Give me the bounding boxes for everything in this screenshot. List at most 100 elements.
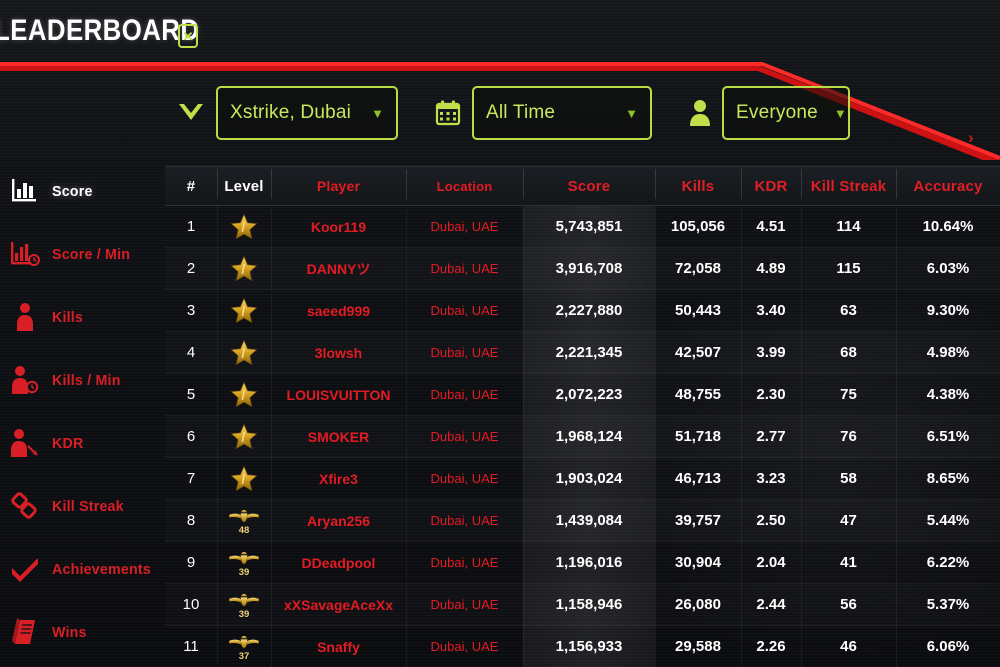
- sidebar-item-score[interactable]: Score: [8, 170, 160, 212]
- column-header-rank[interactable]: #: [165, 178, 217, 195]
- cell-player[interactable]: DDeadpool: [271, 544, 406, 587]
- cell-level: 48: [217, 495, 271, 538]
- cell-level: 39: [217, 537, 271, 580]
- cell-rank: 8: [186, 512, 196, 529]
- cell-kdr: 4.89: [741, 250, 801, 292]
- cell-level: [217, 370, 271, 413]
- cell-score: 1,439,084: [523, 502, 655, 544]
- table-row[interactable]: 9 39 DDeadpool Dubai, UAE 1,196,016 30,904 2…: [165, 537, 1000, 587]
- cell-player[interactable]: Aryan256: [271, 502, 406, 545]
- cell-player[interactable]: Xfire3: [271, 460, 406, 503]
- cell-kill-streak: 115: [801, 250, 896, 292]
- column-header-loc[interactable]: Location: [406, 169, 523, 200]
- next-page-chevron-icon[interactable]: ›: [968, 128, 974, 148]
- cell-kills: 48,755: [655, 376, 741, 418]
- sidebar-item-kills-min[interactable]: Kills / Min: [8, 359, 160, 401]
- audience-dropdown-value: Everyone: [736, 102, 818, 123]
- chevron-down-icon: ▼: [833, 105, 847, 121]
- sidebar-item-kills[interactable]: Kills: [8, 296, 160, 338]
- cell-kdr: 4.51: [741, 208, 801, 250]
- cell-score: 5,743,851: [523, 208, 655, 250]
- table-row[interactable]: 1 Koor119 Dubai, UAE 5,743,851 105,056 4.51 1…: [165, 202, 1000, 251]
- cell-kdr: 2.30: [741, 376, 801, 418]
- sidebar-item-label: KDR: [52, 434, 84, 452]
- audience-dropdown[interactable]: Everyone ▼: [722, 86, 850, 140]
- cell-score: 1,903,024: [523, 460, 655, 502]
- cell-kdr: 3.40: [741, 292, 801, 334]
- cell-level: [217, 328, 271, 371]
- cell-player[interactable]: Koor119: [271, 208, 406, 251]
- stat-category-sidebar: Score Score / Min Kills Kills / Min KDR …: [0, 166, 160, 667]
- table-row[interactable]: 11 37 Snaffy Dubai, UAE 1,156,933 29,588 2.2…: [165, 621, 1000, 667]
- column-header-score[interactable]: Score: [523, 168, 655, 199]
- eagle-badge-icon: 39: [217, 590, 271, 620]
- cell-score: 2,227,880: [523, 292, 655, 334]
- cell-kill-streak: 114: [801, 208, 896, 250]
- time-range-dropdown[interactable]: All Time ▼: [472, 86, 652, 140]
- sidebar-item-kdr[interactable]: KDR: [8, 422, 160, 464]
- star-badge-icon: [217, 255, 271, 283]
- table-row[interactable]: 8 48 Aryan256 Dubai, UAE 1,439,084 39,757 2.…: [165, 495, 1000, 545]
- cell-player[interactable]: saeed999: [271, 292, 406, 335]
- cell-kill-streak: 68: [801, 334, 896, 376]
- cell-accuracy: 5.44%: [896, 502, 1000, 544]
- cell-level: [217, 244, 271, 287]
- sidebar-item-wins[interactable]: Wins: [8, 611, 160, 653]
- cell-score: 1,156,933: [523, 628, 655, 667]
- star-badge-icon: [217, 381, 271, 409]
- eagle-badge-icon: 48: [217, 506, 271, 536]
- sidebar-item-achievements[interactable]: Achievements: [8, 548, 160, 590]
- leaderboard-screen: LEADERBOARD ✕ Xstrike, Dubai ▼ All Time …: [0, 0, 1000, 667]
- cell-rank: 6: [186, 428, 196, 445]
- column-header-player[interactable]: Player: [271, 169, 406, 199]
- cell-player[interactable]: Snaffy: [271, 628, 406, 667]
- cell-kill-streak: 76: [801, 418, 896, 460]
- cell-kills: 26,080: [655, 586, 741, 628]
- cell-location: Dubai, UAE: [406, 503, 523, 545]
- x-badge-icon[interactable]: ✕: [178, 24, 198, 48]
- table-row[interactable]: 6 SMOKER Dubai, UAE 1,968,124 51,718 2.77 76 6…: [165, 412, 1000, 461]
- cell-kills: 51,718: [655, 418, 741, 460]
- star-badge-icon: [217, 465, 271, 493]
- cell-player[interactable]: 3lowsh: [271, 334, 406, 377]
- cell-accuracy: 6.51%: [896, 418, 1000, 460]
- cell-rank: 7: [186, 470, 196, 487]
- chevron-down-icon: ▼: [371, 105, 384, 121]
- cell-player[interactable]: xXSavageAceXx: [271, 586, 406, 629]
- svg-text:39: 39: [239, 567, 250, 578]
- column-header-kdr[interactable]: KDR: [741, 168, 801, 199]
- book-icon: [8, 616, 42, 648]
- filter-audience-group: Everyone ▼: [688, 86, 850, 140]
- star-badge-icon: [217, 339, 271, 367]
- eagle-badge-icon: 39: [217, 548, 271, 578]
- cell-player[interactable]: DANNYツ: [271, 248, 406, 291]
- cell-kill-streak: 46: [801, 628, 896, 667]
- table-row[interactable]: 3 saeed999 Dubai, UAE 2,227,880 50,443 3.40 6…: [165, 286, 1000, 335]
- location-dropdown[interactable]: Xstrike, Dubai ▼: [216, 86, 398, 140]
- person-arrow-icon: [8, 427, 42, 459]
- table-row[interactable]: 5 LOUISVUITTON Dubai, UAE 2,072,223 48,755 2…: [165, 370, 1000, 419]
- column-header-level[interactable]: Level: [217, 168, 271, 199]
- sidebar-item-kill-streak[interactable]: Kill Streak: [8, 485, 160, 527]
- sidebar-item-score-min[interactable]: Score / Min: [8, 233, 160, 275]
- cell-kdr: 3.23: [741, 460, 801, 502]
- cell-rank: 9: [186, 554, 196, 571]
- cell-score: 3,916,708: [523, 250, 655, 292]
- cell-player[interactable]: SMOKER: [271, 418, 406, 461]
- column-header-ks[interactable]: Kill Streak: [801, 168, 896, 199]
- table-row[interactable]: 2 DANNYツ Dubai, UAE 3,916,708 72,058 4.89 115…: [165, 244, 1000, 293]
- cell-rank: 5: [186, 386, 196, 403]
- table-row[interactable]: 7 Xfire3 Dubai, UAE 1,903,024 46,713 3.23 58 8…: [165, 454, 1000, 503]
- sidebar-item-label: Wins: [52, 623, 87, 641]
- table-row[interactable]: 10 39 xXSavageAceXx Dubai, UAE 1,158,946 26…: [165, 579, 1000, 629]
- cell-kill-streak: 75: [801, 376, 896, 418]
- table-row[interactable]: 4 3lowsh Dubai, UAE 2,221,345 42,507 3.99 68 4…: [165, 328, 1000, 377]
- column-header-acc[interactable]: Accuracy: [896, 168, 1000, 199]
- cell-kills: 105,056: [655, 208, 741, 250]
- column-header-kills[interactable]: Kills: [655, 168, 741, 199]
- cell-player[interactable]: LOUISVUITTON: [271, 376, 406, 419]
- cell-score: 1,968,124: [523, 418, 655, 460]
- cell-score: 2,072,223: [523, 376, 655, 418]
- chain-links-icon: [8, 490, 42, 522]
- sidebar-item-label: Kill Streak: [52, 497, 124, 515]
